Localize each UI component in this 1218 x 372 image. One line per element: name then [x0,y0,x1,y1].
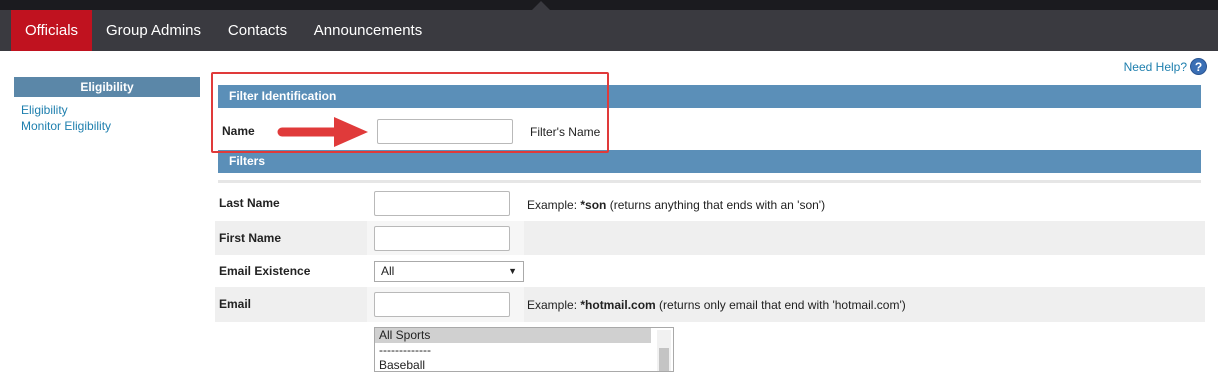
email-existence-value: All [381,264,395,278]
email-hint-prefix: Example: [527,298,581,312]
sports-option-all[interactable]: All Sports [375,328,651,343]
tab-group-admins[interactable]: Group Admins [97,10,210,51]
chevron-down-icon: ▼ [508,266,517,276]
last-name-hint-suffix: (returns anything that ends with an 'son… [606,198,826,212]
sports-scrollbar[interactable] [657,330,671,371]
tab-announcements[interactable]: Announcements [306,10,430,51]
help-icon: ? [1190,58,1207,75]
sidebar-link-eligibility[interactable]: Eligibility [21,103,68,117]
last-name-hint: Example: *son (returns anything that end… [527,198,825,212]
email-label: Email [219,297,252,311]
last-name-input[interactable] [374,191,510,216]
top-strip [0,0,1218,10]
filters-header: Filters [218,150,1201,173]
need-help-link[interactable]: Need Help? ? [1124,58,1207,75]
email-input[interactable] [374,292,510,317]
filters-divider [218,180,1201,183]
email-hint: Example: *hotmail.com (returns only emai… [527,298,906,312]
sports-scroll-thumb[interactable] [659,348,669,371]
last-name-hint-example: *son [580,198,607,212]
first-name-input[interactable] [374,226,510,251]
tab-contacts[interactable]: Contacts [219,10,296,51]
email-existence-select[interactable]: All ▼ [374,261,524,282]
sidebar-link-monitor-eligibility[interactable]: Monitor Eligibility [21,119,111,133]
sports-listbox[interactable]: All Sports ------------- Baseball [374,327,674,372]
tab-officials[interactable]: Officials [11,10,92,51]
first-name-label: First Name [219,231,282,245]
last-name-label: Last Name [219,196,280,210]
highlight-box [211,72,609,153]
sports-option-baseball[interactable]: Baseball [375,358,673,371]
email-existence-label: Email Existence [219,264,311,278]
sports-option-separator[interactable]: ------------- [375,343,673,358]
email-hint-suffix: (returns only email that end with 'hotma… [655,298,906,312]
last-name-hint-prefix: Example: [527,198,581,212]
email-hint-example: *hotmail.com [580,298,656,312]
arrow-right-icon [277,117,368,147]
top-nav: Officials Group Admins Contacts Announce… [0,10,1218,51]
need-help-label: Need Help? [1123,59,1187,74]
sidebar-header: Eligibility [14,77,200,97]
first-name-row [215,221,1205,255]
